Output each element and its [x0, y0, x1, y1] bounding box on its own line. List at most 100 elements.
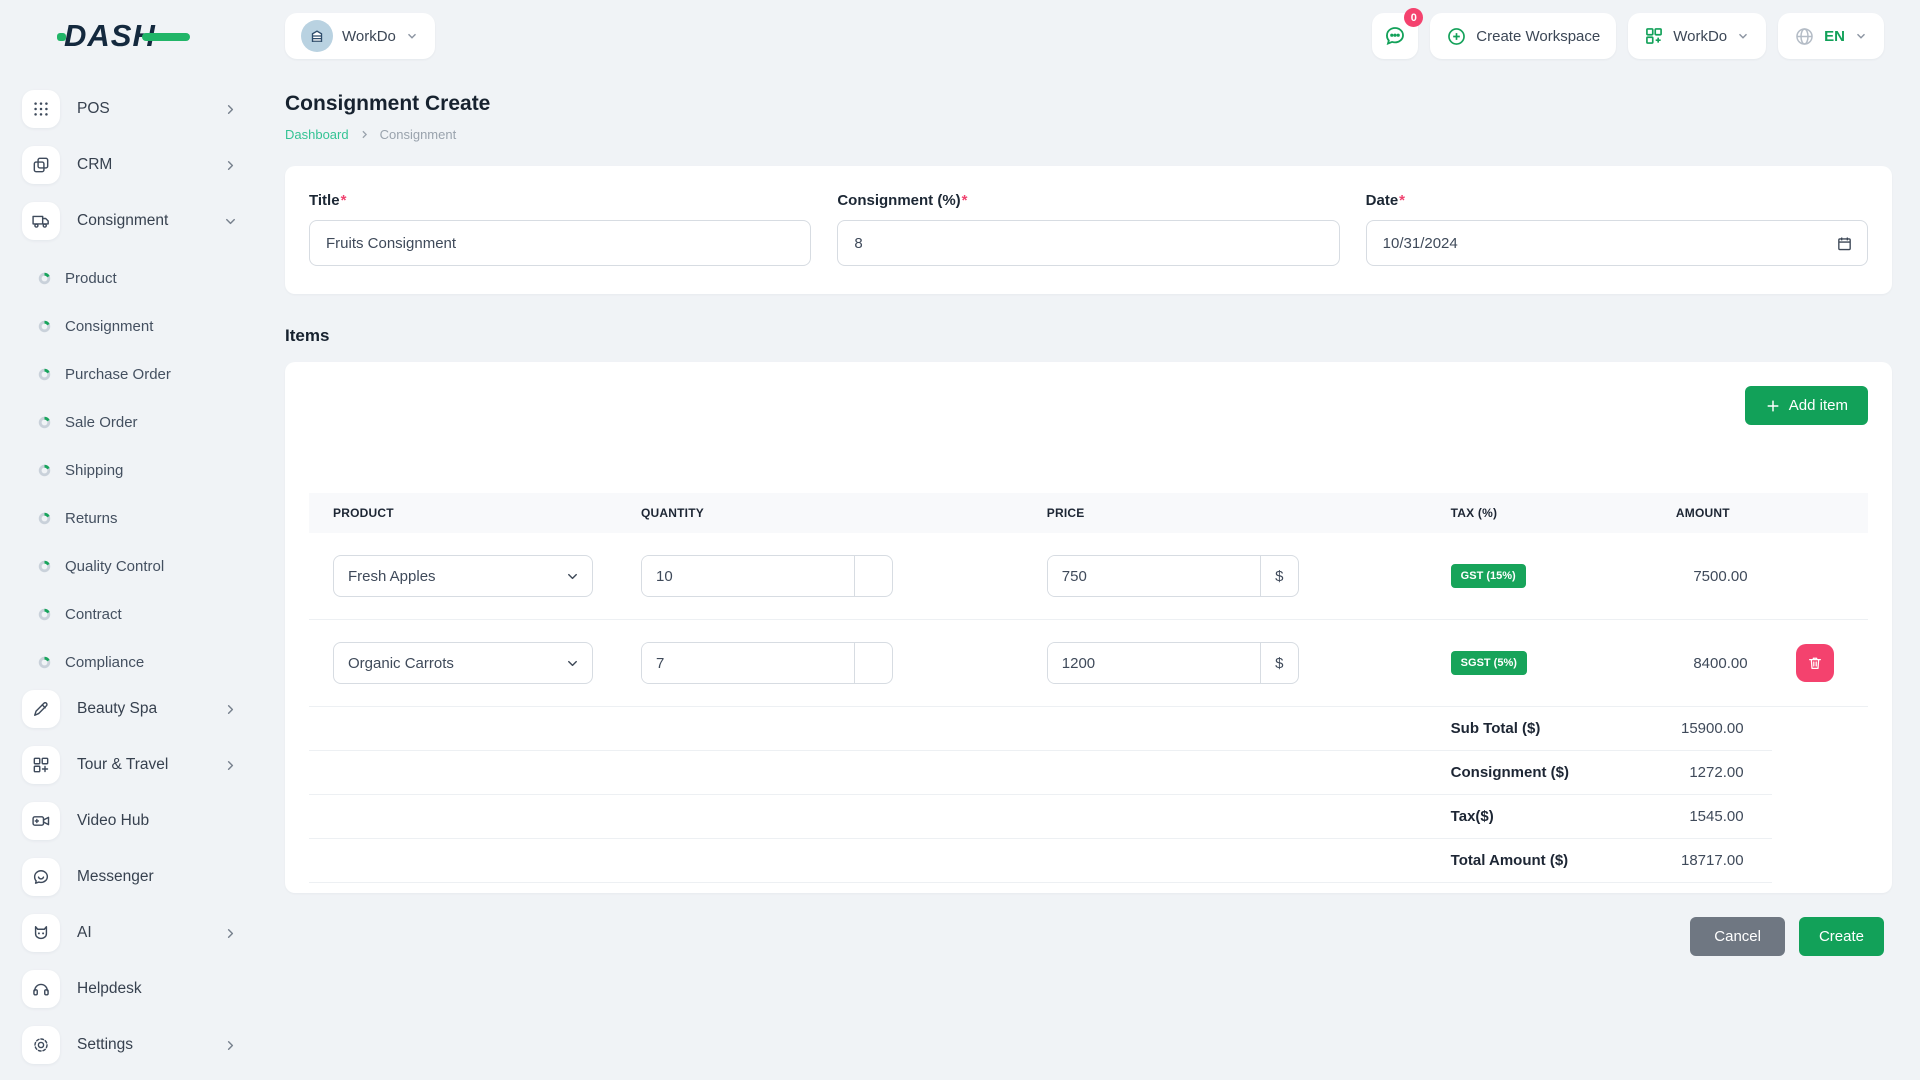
chevron-right-icon	[227, 104, 234, 114]
items-heading: Items	[285, 326, 330, 345]
sidebar-item-pos[interactable]: POS	[22, 86, 260, 132]
sidebar-item-tour-travel[interactable]: Tour & Travel	[22, 742, 260, 788]
consignment-percent-field-group: Consignment (%)*	[837, 192, 1340, 266]
date-field-group: Date* 10/31/2024	[1365, 192, 1868, 266]
consignment-percent-input[interactable]	[837, 220, 1340, 266]
price-input[interactable]	[1047, 643, 1260, 683]
title-field-label: Title*	[309, 192, 347, 209]
user-menu-button[interactable]: WorkDo	[1628, 13, 1767, 59]
required-mark: *	[1399, 192, 1406, 209]
sidebar-item-video-hub[interactable]: Video Hub	[22, 798, 260, 844]
donut-icon	[38, 320, 51, 332]
quantity-stepper	[641, 642, 893, 684]
amount-value: 8400.00	[1651, 619, 1772, 707]
create-workspace-label: Create Workspace	[1476, 27, 1601, 45]
chevron-right-icon	[227, 928, 234, 938]
workspace-switcher[interactable]: WorkDo	[285, 13, 435, 59]
messages-button[interactable]: 0	[1372, 8, 1424, 59]
chevron-down-icon	[1857, 33, 1865, 39]
amount-value: 7500.00	[1651, 533, 1772, 620]
items-card: Add item PRODUCT QUANTITY PRICE TAX (%) AMOU…	[285, 362, 1892, 893]
sidebar-subitem-sale-order[interactable]: Sale Order	[22, 398, 260, 446]
create-button[interactable]: Create	[1798, 917, 1884, 956]
sidebar-subitem-compliance[interactable]: Compliance	[22, 638, 260, 686]
sidebar-subitem-returns[interactable]: Returns	[22, 494, 260, 542]
product-select[interactable]: Fresh Apples	[333, 555, 593, 597]
sidebar-item-beauty-spa[interactable]: Beauty Spa	[22, 686, 260, 732]
building-icon	[311, 30, 323, 42]
page-title: Consignment Create	[285, 92, 491, 115]
grid-plus-tile	[22, 746, 60, 784]
quantity-spinner[interactable]	[854, 643, 892, 683]
chevron-down-icon	[407, 33, 416, 39]
donut-icon	[38, 512, 51, 524]
user-menu-label: WorkDo	[1673, 27, 1728, 45]
video-camera-icon	[32, 816, 50, 826]
breadcrumb-dashboard-link[interactable]: Dashboard	[285, 127, 349, 142]
messages-count-badge: 0	[1404, 8, 1424, 27]
grid-plus-icon	[33, 757, 49, 773]
brand-logo[interactable]: DASH	[57, 18, 204, 56]
items-table-header-row: PRODUCT QUANTITY PRICE TAX (%) AMOUNT	[309, 493, 1868, 533]
summary-row-total-amount: Total Amount ($) 18717.00	[309, 838, 1868, 883]
title-field-group: Title*	[309, 192, 812, 266]
column-header-quantity: QUANTITY	[617, 493, 1023, 533]
plus-icon	[1767, 400, 1779, 411]
sidebar-subitem-consignment[interactable]: Consignment	[22, 302, 260, 350]
item-row-fresh-apples: Fresh Apples $ GST (15%) 7500.00	[309, 533, 1868, 620]
gear-tile	[22, 1026, 60, 1064]
sidebar-item-helpdesk[interactable]: Helpdesk	[22, 966, 260, 1012]
summary-value: 15900.00	[1651, 706, 1772, 751]
quantity-spinner[interactable]	[854, 556, 892, 596]
create-workspace-button[interactable]: Create Workspace	[1430, 13, 1617, 59]
required-mark: *	[340, 192, 347, 209]
column-header-amount: AMOUNT	[1651, 493, 1772, 533]
quantity-input[interactable]	[642, 643, 854, 683]
sidebar-subitem-quality-control[interactable]: Quality Control	[22, 542, 260, 590]
items-table: PRODUCT QUANTITY PRICE TAX (%) AMOUNT Fresh …	[309, 493, 1868, 883]
cancel-button[interactable]: Cancel	[1690, 917, 1785, 956]
sidebar-item-messenger[interactable]: Messenger	[22, 854, 260, 900]
sidebar-item-ai[interactable]: AI	[22, 910, 260, 956]
product-select[interactable]: Organic Carrots	[333, 642, 593, 684]
add-item-button[interactable]: Add item	[1744, 386, 1868, 425]
chevron-right-icon	[362, 130, 367, 139]
column-header-tax: TAX (%)	[1426, 493, 1652, 533]
sidebar-item-consignment[interactable]: Consignment	[22, 198, 260, 244]
language-selector[interactable]: EN	[1778, 13, 1884, 59]
grid-dots-icon	[34, 102, 48, 116]
title-input[interactable]	[309, 220, 812, 266]
currency-addon: $	[1259, 556, 1298, 596]
sidebar-subitem-purchase-order[interactable]: Purchase Order	[22, 350, 260, 398]
price-input-group: $	[1046, 642, 1299, 684]
gear-icon	[34, 1038, 48, 1052]
donut-icon	[38, 368, 51, 380]
sidebar-subitem-contract[interactable]: Contract	[22, 590, 260, 638]
summary-value: 18717.00	[1651, 838, 1772, 883]
sidebar: POS CRM Consignment Product Consignment Purch…	[0, 72, 260, 1078]
date-field-label: Date*	[1365, 192, 1406, 209]
grid-plus-icon	[1646, 28, 1663, 44]
topbar-actions: 0 Create Workspace WorkDo EN	[1372, 8, 1884, 59]
price-input-group: $	[1046, 555, 1299, 597]
donut-icon	[38, 560, 51, 572]
quantity-input[interactable]	[642, 556, 854, 596]
sidebar-subitem-shipping[interactable]: Shipping	[22, 446, 260, 494]
consignment-form-card: Title* Consignment (%)* Date* 10/31/2024	[285, 166, 1892, 294]
donut-icon	[38, 416, 51, 428]
calendar-icon	[1838, 236, 1851, 250]
date-input[interactable]: 10/31/2024	[1365, 220, 1868, 266]
form-actions: Cancel Create	[285, 917, 1892, 956]
summary-label: Tax($)	[1426, 794, 1652, 839]
language-label: EN	[1824, 27, 1845, 45]
grid-dots-tile	[22, 90, 60, 128]
sidebar-subitem-product[interactable]: Product	[22, 254, 260, 302]
sidebar-item-crm[interactable]: CRM	[22, 142, 260, 188]
delete-item-button[interactable]	[1795, 644, 1834, 682]
sidebar-item-settings[interactable]: Settings	[22, 1022, 260, 1068]
chat-bubble-icon	[33, 870, 49, 884]
tax-badge: GST (15%)	[1450, 564, 1526, 588]
breadcrumb-current: Consignment	[379, 127, 457, 142]
price-input[interactable]	[1047, 556, 1260, 596]
chat-bubble-tile	[22, 858, 60, 896]
